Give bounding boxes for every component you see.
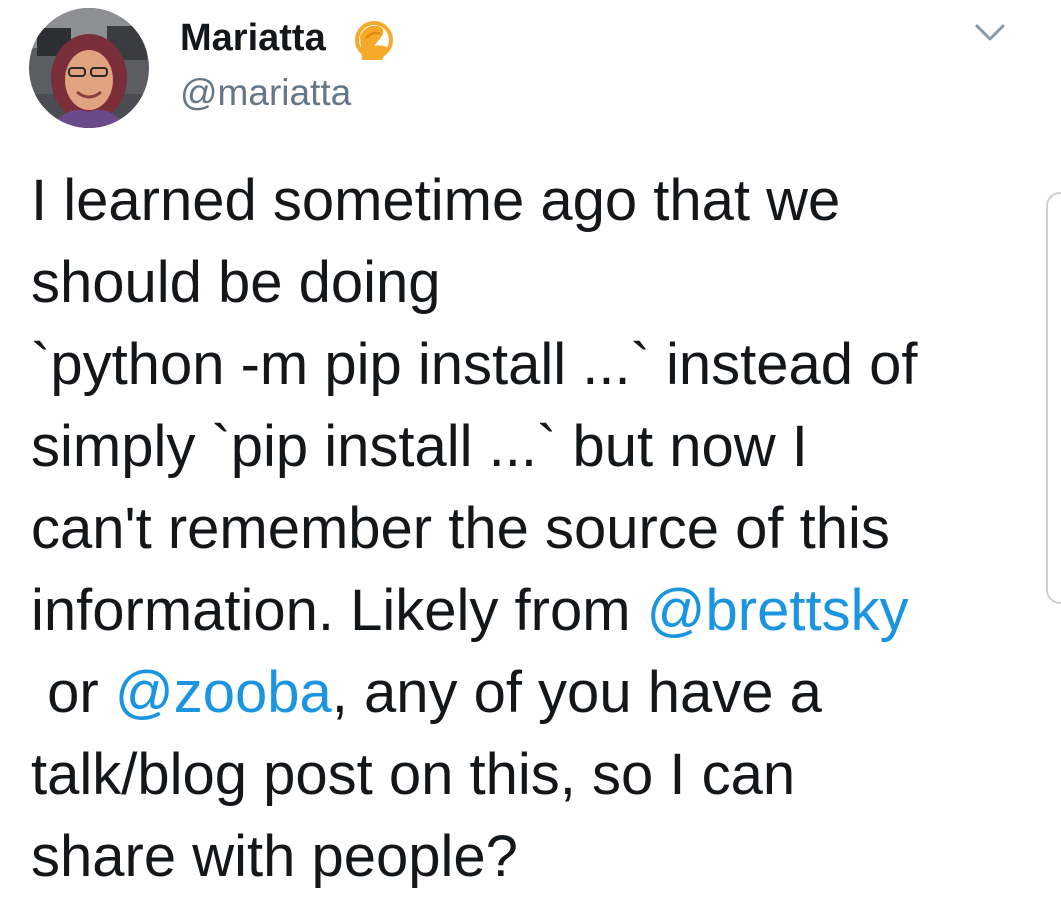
chevron-down-icon[interactable] [973,18,1007,48]
tweet-text: I learned sometime ago that we should be… [31,160,1011,898]
user-handle[interactable]: @mariatta [180,70,351,116]
tweet-line: information. Likely from @brettsky [31,570,1011,652]
avatar-photo [29,8,149,128]
tweet-card: Mariatta @mariatta I learned sometime ag… [0,0,1061,904]
tweet-line: can't remember the source of this [31,496,890,561]
scrollbar-edge[interactable] [1046,192,1061,604]
tweet-text-segment: , any of you have a [331,660,822,725]
avatar[interactable] [29,8,149,128]
mention-link-brettsky[interactable]: @brettsky [647,578,909,643]
tweet-line: I learned sometime ago that we [31,168,841,233]
face-palm-emoji-icon [355,21,393,60]
tweet-line: or @zooba, any of you have a [31,652,1011,734]
tweet-line: `python -m pip install ...` instead of [31,332,918,397]
mention-link-zooba[interactable]: @zooba [115,660,332,725]
tweet-text-segment: information. Likely from [31,578,647,643]
display-name[interactable]: Mariatta [180,15,326,61]
tweet-line: simply `pip install ...` but now I [31,414,808,479]
tweet-line: should be doing [31,250,441,315]
tweet-text-segment: or [31,660,115,725]
tweet-line: talk/blog post on this, so I can [31,742,796,807]
tweet-line: share with people? [31,824,518,889]
